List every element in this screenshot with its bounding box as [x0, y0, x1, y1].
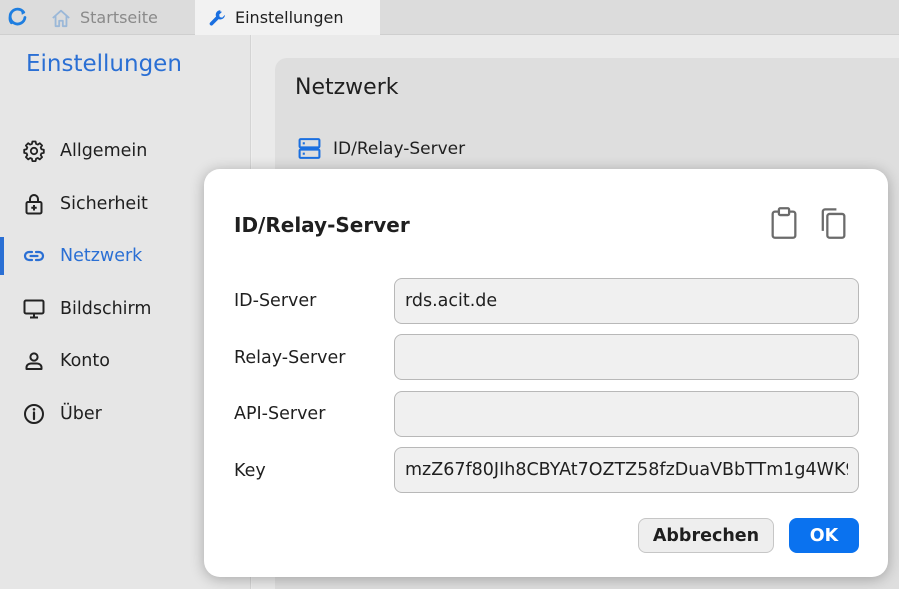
id-server-label: ID-Server: [234, 291, 317, 311]
id-server-input[interactable]: [394, 278, 859, 324]
key-label: Key: [234, 461, 266, 481]
sidebar-item-label: Konto: [60, 351, 110, 371]
monitor-icon: [23, 299, 45, 319]
sidebar-item-label: Über: [60, 404, 102, 424]
wrench-icon: [209, 9, 225, 26]
tab-settings-label: Einstellungen: [235, 8, 344, 27]
relay-server-label: Relay-Server: [234, 348, 346, 368]
sidebar-item-label: Sicherheit: [60, 194, 148, 214]
server-icon: [298, 138, 321, 159]
api-server-input[interactable]: [394, 391, 859, 437]
dialog-title: ID/Relay-Server: [234, 213, 410, 237]
id-relay-dialog: ID/Relay-Server ID-Server Relay-Server A…: [204, 169, 888, 577]
sidebar-item-label: Allgemein: [60, 141, 148, 161]
ok-button[interactable]: OK: [789, 518, 859, 553]
tab-settings[interactable]: Einstellungen: [195, 0, 380, 35]
lock-icon: [25, 194, 43, 215]
row-label: ID/Relay-Server: [333, 138, 466, 159]
person-icon: [25, 352, 43, 370]
key-input[interactable]: [394, 447, 859, 493]
tab-bar: Startseite Einstellungen: [0, 0, 899, 35]
api-server-label: API-Server: [234, 404, 326, 424]
info-icon: [24, 404, 44, 424]
sidebar-item-allgemein[interactable]: Allgemein: [0, 129, 251, 173]
sidebar-item-label: Netzwerk: [60, 246, 143, 266]
id-relay-server-row[interactable]: ID/Relay-Server: [297, 136, 465, 161]
tab-home[interactable]: Startseite: [50, 0, 158, 35]
gear-icon: [23, 140, 45, 162]
home-icon: [52, 9, 70, 27]
link-icon: [23, 250, 45, 262]
cancel-button[interactable]: Abbrechen: [638, 518, 774, 553]
sidebar-item-label: Bildschirm: [60, 299, 152, 319]
clipboard-paste-icon[interactable]: [769, 206, 799, 240]
card-title: Netzwerk: [295, 75, 399, 100]
app-logo-icon[interactable]: [7, 7, 28, 28]
tab-home-label: Startseite: [80, 8, 158, 27]
sidebar-title: Einstellungen: [26, 51, 182, 77]
relay-server-input[interactable]: [394, 334, 859, 380]
copy-icon[interactable]: [818, 206, 848, 240]
